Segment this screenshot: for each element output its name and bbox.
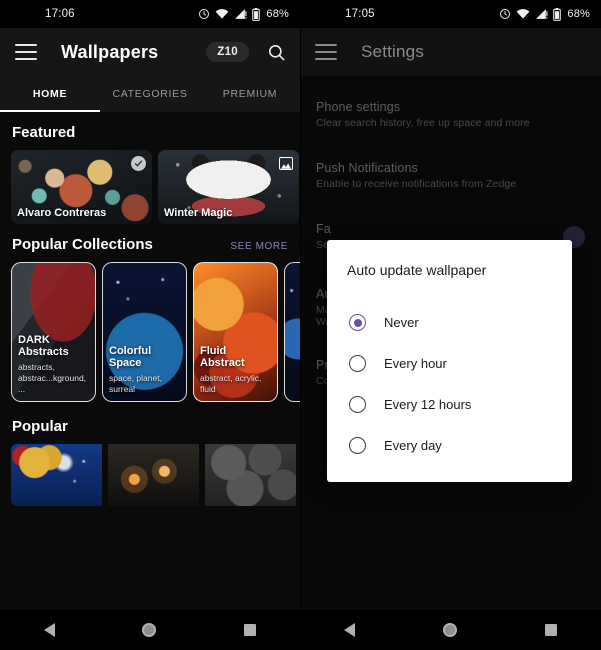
collections-section-title: Popular Collections [12, 236, 153, 253]
hamburger-menu-icon[interactable] [315, 44, 337, 60]
collection-name: DARK Abstracts [18, 333, 69, 359]
collections-row[interactable]: DARK Abstracts abstracts, abstrac...kgro… [0, 262, 300, 402]
collection-card[interactable]: Colorful Space space, planet, surreal [102, 262, 187, 402]
collection-tags: abstract, acrylic, fluid [200, 372, 262, 394]
see-more-link[interactable]: SEE MORE [230, 241, 288, 252]
radio-option-label: Never [384, 315, 419, 330]
status-icons: 68% [198, 7, 289, 21]
right-phone-screen: 17:05 68% Settings Phone settings Clear … [300, 0, 601, 650]
radio-button-selected-icon[interactable] [349, 314, 366, 331]
dialog-options-group: Never Every hour Every 12 hours Every da… [327, 302, 572, 466]
featured-row[interactable]: Alvaro Contreras Winter Magic Best [0, 150, 300, 224]
radio-option-every-12-hours[interactable]: Every 12 hours [327, 384, 572, 425]
radio-option-never[interactable]: Never [327, 302, 572, 343]
cellular-signal-icon [535, 8, 548, 20]
settings-list[interactable]: Phone settings Clear search history, fre… [300, 76, 601, 614]
featured-card-label: Alvaro Contreras [17, 207, 107, 219]
collection-name: Colorful Space [109, 344, 152, 370]
popular-row[interactable] [0, 444, 300, 506]
radio-option-label: Every hour [384, 356, 447, 371]
search-icon[interactable] [267, 43, 286, 62]
radio-option-label: Every 12 hours [384, 397, 472, 412]
radio-option-label: Every day [384, 438, 442, 453]
credits-badge-label: Z10 [217, 46, 238, 58]
radio-option-every-day[interactable]: Every day [327, 425, 572, 466]
collection-card[interactable]: DARK Abstracts abstracts, abstrac...kgro… [11, 262, 96, 402]
image-icon [278, 156, 293, 171]
credits-badge[interactable]: Z10 [206, 42, 249, 62]
radio-option-every-hour[interactable]: Every hour [327, 343, 572, 384]
home-circle-icon[interactable] [142, 623, 157, 637]
status-time: 17:05 [345, 8, 375, 20]
collections-section-header: Popular Collections SEE MORE [0, 224, 300, 262]
popular-card[interactable] [205, 444, 296, 506]
featured-card[interactable]: Winter Magic [158, 150, 299, 224]
collection-tags: space, planet, surreal [109, 372, 162, 394]
left-content-scroll[interactable]: Featured Alvaro Contreras Winter Magic P… [0, 112, 300, 650]
status-time: 17:06 [45, 8, 75, 20]
status-bar-left: 17:06 68% [0, 0, 300, 28]
back-triangle-icon[interactable] [344, 623, 355, 637]
recents-square-icon[interactable] [244, 624, 257, 636]
panel-divider [300, 0, 301, 610]
alarm-icon [499, 8, 511, 20]
status-bar-right: 17:05 68% [300, 0, 601, 28]
page-title: Settings [361, 42, 425, 61]
hamburger-menu-icon[interactable] [15, 44, 37, 60]
back-triangle-icon[interactable] [43, 623, 55, 637]
home-circle-icon[interactable] [443, 623, 457, 637]
tab-home[interactable]: HOME [0, 76, 100, 112]
nav-group-left [0, 610, 300, 650]
nav-group-right [300, 610, 601, 650]
left-phone-screen: 17:06 68% Wallpapers Z10 HOME CATEGORIES… [0, 0, 300, 650]
battery-icon [252, 7, 261, 21]
collection-name: Fluid Abstract [200, 344, 245, 370]
android-navigation-bar [0, 610, 601, 650]
settings-app-bar: Settings [300, 28, 601, 76]
wifi-icon [516, 8, 530, 20]
featured-card[interactable]: Alvaro Contreras [11, 150, 152, 224]
popular-card[interactable] [108, 444, 199, 506]
page-title: Wallpapers [61, 41, 159, 62]
alarm-icon [198, 8, 210, 20]
dual-screenshot-container: 17:06 68% Wallpapers Z10 HOME CATEGORIES… [0, 0, 601, 650]
tab-bar: HOME CATEGORIES PREMIUM [0, 76, 300, 112]
radio-button-icon[interactable] [349, 355, 366, 372]
featured-card-label: Winter Magic [164, 207, 233, 219]
app-bar: Wallpapers Z10 [0, 28, 300, 76]
tab-premium[interactable]: PREMIUM [200, 76, 300, 112]
popular-card[interactable] [11, 444, 102, 506]
radio-button-icon[interactable] [349, 437, 366, 454]
radio-button-icon[interactable] [349, 396, 366, 413]
cellular-signal-icon [234, 8, 247, 20]
collection-card[interactable]: Fluid Abstract abstract, acrylic, fluid [193, 262, 278, 402]
battery-percent: 68% [266, 8, 289, 20]
collection-tags: abstracts, abstrac...kground, ... [18, 361, 87, 394]
check-circle-icon [131, 156, 146, 171]
status-icons: 68% [499, 7, 590, 21]
battery-percent: 68% [567, 8, 590, 20]
popular-section-title: Popular [12, 418, 68, 435]
dialog-title: Auto update wallpaper [347, 262, 487, 278]
tab-categories[interactable]: CATEGORIES [100, 76, 200, 112]
featured-section-title: Featured [12, 124, 76, 141]
recents-square-icon[interactable] [545, 624, 557, 636]
auto-update-wallpaper-dialog: Auto update wallpaper Never Every hour E… [327, 240, 572, 482]
wifi-icon [215, 8, 229, 20]
collection-card[interactable] [284, 262, 300, 402]
battery-icon [553, 7, 562, 21]
